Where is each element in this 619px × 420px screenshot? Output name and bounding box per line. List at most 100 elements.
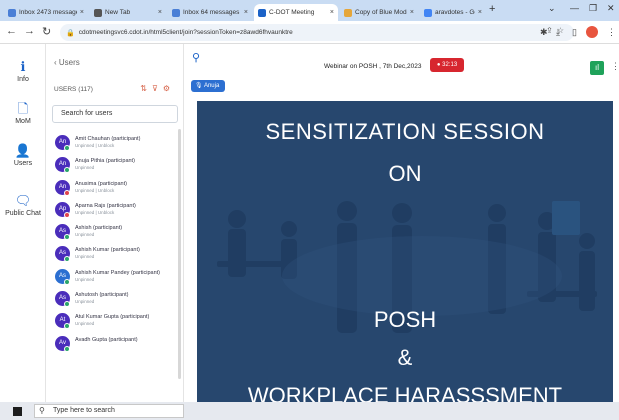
tab-close-icon[interactable]: × [478, 9, 482, 16]
status-dot-icon [64, 211, 70, 218]
rail-item-info[interactable]: ℹ Info [0, 59, 46, 84]
browser-tab[interactable]: aravdotes - Googl× [420, 4, 486, 21]
user-name: Atul Kumar Gupta (participant) [75, 314, 150, 321]
tab-label: Inbox 64 messages [183, 9, 240, 16]
tab-close-icon[interactable]: × [80, 9, 84, 16]
meeting-title: Webinar on POSH , 7th Dec,2023 [324, 63, 422, 70]
presenter-chip[interactable]: 🎙 Anuja [191, 80, 226, 92]
status-dot-icon [64, 145, 70, 151]
recording-timer[interactable]: ● 32:13 [430, 58, 464, 72]
rail-item-mom[interactable]: 🗋 MoM [0, 102, 46, 126]
favicon-icon [258, 8, 266, 17]
user-status: Unpinned [75, 276, 95, 282]
status-dot-icon [64, 278, 70, 285]
slide-line-5: WORKPLACE HARASSSMENT [247, 383, 563, 402]
user-list-item[interactable]: As Ashish Kumar Pandey (participant) Unpin… [46, 267, 183, 289]
sort-icon[interactable]: ⇅ [140, 84, 152, 93]
tab-label: Copy of Blue Moder [355, 9, 407, 16]
minimize-icon[interactable]: — [570, 3, 579, 13]
forward-arrow-icon[interactable]: → [24, 25, 35, 37]
users-count-header: USERS (117) [54, 86, 93, 93]
rail-item-users[interactable]: 👤 Users [0, 143, 46, 168]
tab-search-icon[interactable]: ⌄ [548, 3, 556, 14]
users-panel: ‹ Users USERS (117) ⇅⊽⚙ Search for users… [46, 44, 184, 402]
favicon-icon [344, 8, 352, 17]
info-icon: ℹ [20, 59, 26, 74]
user-icon: 👤 [14, 143, 32, 158]
menu-kebab-icon[interactable]: ⋮ [607, 27, 616, 38]
user-status: Unpinned [75, 232, 95, 238]
status-dot-icon [64, 323, 70, 330]
user-name: Anusima (participant) [75, 180, 127, 187]
users-scrollbar[interactable] [178, 129, 181, 379]
user-status: Unpinned | Unblock [75, 187, 115, 193]
users-back-button[interactable]: ‹ Users [54, 58, 80, 67]
close-window-icon[interactable]: ✕ [607, 3, 615, 14]
filter-icon[interactable]: ⊽ [152, 84, 163, 93]
profile-avatar[interactable] [586, 26, 598, 38]
tab-label: C-DOT Meeting [269, 9, 315, 16]
user-list-item[interactable]: As Ashish Kumar (participant) Unpinned [46, 244, 183, 266]
user-list-item[interactable]: An Amit Chauhan (participant) Unpinned | U… [46, 133, 183, 155]
user-list-item[interactable]: An Anuja Pithia (participant) Unpinned [46, 155, 183, 177]
user-search-input[interactable]: Search for users [52, 105, 178, 123]
tab-close-icon[interactable]: × [330, 9, 334, 16]
download-icon[interactable]: ⤓ [556, 27, 560, 38]
user-list-item[interactable]: As Ashutosh (participant) Unpinned [46, 289, 183, 311]
taskbar-search-input[interactable]: ⚲ Type here to search [34, 404, 184, 418]
tab-label: Inbox 2473 message [19, 9, 77, 16]
user-status: Unpinned [75, 165, 95, 171]
chat-icon: 🗨 [14, 193, 32, 208]
tab-close-icon[interactable]: × [158, 9, 162, 16]
rail-item-public-chat[interactable]: 🗨 Public Chat [0, 193, 46, 218]
back-arrow-icon[interactable]: ← [6, 25, 17, 37]
tab-close-icon[interactable]: × [244, 9, 248, 16]
user-list-item[interactable]: An Anusima (participant) Unpinned | Unbloc… [46, 178, 183, 200]
users-tools: ⇅⊽⚙ [140, 84, 175, 93]
slide-line-2: ON [388, 161, 422, 186]
browser-tab[interactable]: Inbox 64 messages × [168, 4, 252, 21]
windows-start-icon[interactable] [13, 407, 22, 416]
slide-line-1: SENSITIZATION SESSION [265, 119, 545, 144]
settings-gear-icon[interactable]: ⚙ [163, 84, 175, 93]
favicon-icon [424, 8, 432, 17]
user-list-item[interactable]: Av Avadh Gupta (participant) [46, 334, 183, 356]
browser-tab[interactable]: New Tab × [90, 4, 166, 21]
user-status: Unpinned [75, 321, 95, 327]
rail-label: MoM [15, 118, 31, 125]
user-name: Avadh Gupta (participant) [75, 336, 138, 343]
status-dot-icon [64, 167, 70, 174]
user-list-item[interactable]: Ap Aparna Rajs (participant) Unpinned | Un… [46, 200, 183, 222]
sidepanel-icon[interactable]: ▯ [572, 27, 577, 38]
browser-tab[interactable]: Copy of Blue Moder × [340, 4, 418, 21]
options-kebab-icon[interactable]: ⋮ [611, 61, 619, 72]
rail-label: Info [17, 76, 29, 83]
mic-icon: 🎙 [195, 83, 204, 89]
user-list-item[interactable]: As Ashish (participant) Unpinned [46, 222, 183, 244]
browser-tab[interactable]: Inbox 2473 message × [4, 4, 88, 21]
user-list: An Amit Chauhan (participant) Unpinned | U… [46, 133, 183, 356]
extensions-icon[interactable]: ✱ [540, 27, 548, 38]
tab-close-icon[interactable]: × [410, 9, 414, 16]
status-dot-icon [64, 189, 70, 196]
connection-status-icon[interactable]: ıl [590, 61, 604, 75]
user-name: Ashutosh (participant) [75, 292, 129, 299]
user-name: Ashish Kumar Pandey (participant) [75, 269, 160, 276]
favicon-icon [94, 8, 102, 17]
windows-taskbar: ⚲ Type here to search [0, 402, 619, 420]
maximize-icon[interactable]: ❐ [589, 3, 597, 14]
reload-icon[interactable]: ↻ [42, 25, 51, 38]
user-name: Amit Chauhan (participant) [75, 136, 141, 142]
new-tab-button[interactable]: + [489, 3, 495, 15]
people-icon[interactable]: ⚲ [192, 51, 200, 64]
user-name: Ashish Kumar (participant) [75, 247, 140, 254]
url-bar[interactable]: 🔒 cdotmeetingsvc6.cdot.in/html5client/jo… [60, 24, 574, 41]
user-status: Unpinned | Unblock [75, 209, 115, 215]
url-text: cdotmeetingsvc6.cdot.in/html5client/join… [78, 29, 293, 36]
browser-tab-strip: Inbox 2473 message × New Tab × Inbox 64 mess… [0, 0, 619, 21]
tab-label: aravdotes - Googl [435, 9, 475, 16]
user-list-item[interactable]: At Atul Kumar Gupta (participant) Unpinned [46, 311, 183, 333]
browser-tab[interactable]: C-DOT Meeting × [254, 4, 338, 21]
lock-icon: 🔒 [66, 29, 75, 37]
favicon-icon [8, 8, 16, 17]
